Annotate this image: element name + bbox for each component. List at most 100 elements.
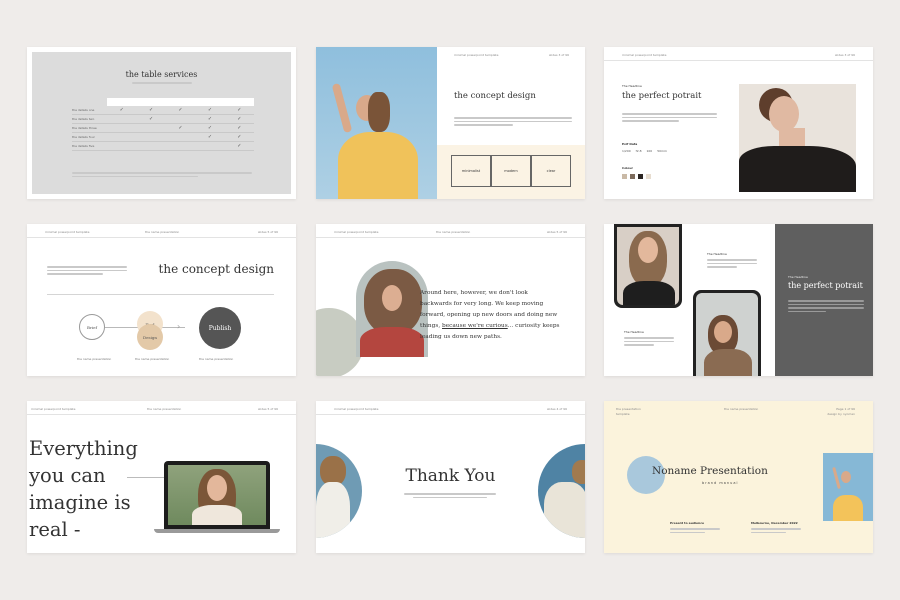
node-caption: the name presentation [199, 357, 234, 361]
photo-top [192, 505, 242, 525]
eyebrow-label: The Headline [622, 84, 642, 88]
column-text [751, 528, 801, 535]
slide-title: Noname Presentation [652, 465, 768, 477]
slide-thank-you[interactable]: minimal powerpoint template slides 4 of … [316, 401, 585, 553]
slide-phones-portrait[interactable]: The Headline The Headline The Headline t… [604, 224, 873, 376]
subtitle-text [132, 82, 192, 86]
keyword-box-minimalist: minimalist [451, 155, 491, 187]
phone-photo-woman-2 [696, 293, 758, 376]
header-mid: the name presentation [724, 407, 759, 411]
check-icon: ✓ [237, 116, 242, 122]
woman-sky-photo [316, 47, 437, 199]
headline-line: real - [29, 518, 81, 541]
flow-node-publish: Publish [199, 307, 241, 349]
photo-jacket [739, 146, 856, 192]
slide-table-services[interactable]: the table services the details one ✓ ✓ ✓ ✓ ✓ t… [27, 47, 296, 199]
intro-text [47, 266, 127, 277]
circle-photo-right [538, 444, 585, 538]
row-label: the details five [72, 144, 95, 148]
slide-gray-panel: the table services the details one ✓ ✓ ✓ ✓ ✓ t… [32, 52, 291, 194]
check-icon: ✓ [178, 107, 183, 113]
keyword-label: minimalist [461, 169, 481, 173]
header-mid: the name presentation [145, 230, 180, 234]
header-right: slides 3 of 96 [834, 53, 855, 57]
headline-line: you can [29, 464, 106, 487]
body-text [454, 117, 572, 128]
section-divider [47, 294, 274, 295]
headline-line: Everything [29, 437, 138, 460]
slide-everything-laptop[interactable]: minimal powerpoint template the name pre… [27, 401, 296, 553]
table-row: the details five ✓ [72, 142, 254, 151]
check-icon: ✓ [207, 116, 213, 122]
header-right-sub: design by nyoman [827, 412, 855, 416]
phone-mockup-bottom [693, 290, 761, 376]
phone-mockup-top [614, 224, 682, 308]
table-row: the details two ✓ ✓ ✓ [72, 115, 254, 124]
check-icon: ✓ [207, 134, 213, 140]
slide-perfect-portrait[interactable]: minimal powerpoint template slides 3 of … [604, 47, 873, 199]
laptop-base [154, 529, 280, 533]
header-divider [316, 414, 585, 415]
arrow-icon: › [177, 322, 181, 331]
keyword-box-modern: modern [491, 155, 531, 187]
colour-swatch [622, 174, 627, 179]
photo-top [544, 482, 585, 538]
woman-sky-photo-small [823, 453, 873, 521]
slide-concept-flow[interactable]: minimal powerpoint template the name pre… [27, 224, 296, 376]
colour-swatches [622, 174, 651, 179]
photo-face [769, 96, 799, 132]
check-icon: ✓ [207, 107, 213, 113]
quote-link[interactable]: because we're curious [442, 323, 508, 329]
laptop-mockup [164, 461, 270, 529]
slide-title: the concept design [454, 91, 536, 101]
node-label: Brief [87, 324, 97, 330]
exif-label: Exif Data [622, 142, 638, 146]
exif-value: 1/200 [622, 149, 631, 153]
table-row: the details three ✓ ✓ ✓ [72, 124, 254, 133]
keyword-box-clear: clear [531, 155, 571, 187]
panel-text [788, 300, 864, 314]
header-divider [316, 237, 585, 238]
dark-panel: The Headline the perfect potrait [775, 224, 873, 376]
column-title: Melbourne, December 2022 [751, 521, 798, 525]
photo-head [841, 471, 851, 483]
photo-top [316, 482, 350, 538]
slide-noname-cover[interactable]: the presentation template the name prese… [604, 401, 873, 553]
slide-quote[interactable]: minimal powerpoint template the name pre… [316, 224, 585, 376]
row-label: the details four [72, 135, 95, 139]
slide-title: the perfect potrait [622, 91, 702, 101]
photo-shirt [833, 495, 863, 521]
exif-value: 50mm [657, 149, 667, 153]
colour-swatch [630, 174, 635, 179]
colour-swatch [646, 174, 651, 179]
header-divider [27, 414, 296, 415]
headline: Everything you can imagine is real - [29, 435, 138, 543]
headline-label: The Headline [624, 330, 644, 334]
header-divider [27, 237, 296, 238]
photo-arm [331, 82, 353, 134]
photo-face [638, 237, 658, 263]
table-row: the details four ✓ ✓ [72, 133, 254, 142]
body-text [622, 113, 717, 124]
photo-shirt [338, 132, 418, 199]
quote-text: Around here, however, we don't look back… [420, 288, 560, 343]
slide-title: the table services [125, 70, 198, 79]
header-left: minimal powerpoint template [622, 53, 667, 57]
photo-top [623, 281, 675, 305]
check-icon: ✓ [149, 107, 154, 113]
header-left: the presentation [616, 407, 641, 411]
eyebrow-label: The Headline [788, 275, 808, 279]
slide-concept-design-photo[interactable]: minimal powerpoint template slides 3 of … [316, 47, 585, 199]
exif-value: f2.8 [635, 149, 642, 153]
header-left: minimal powerpoint template [31, 407, 76, 411]
colour-swatch [638, 174, 643, 179]
circle-photo-left [316, 444, 362, 538]
keyword-label: modern [504, 169, 518, 173]
header-right: slides 5 of 96 [257, 230, 278, 234]
photo-face [714, 321, 732, 343]
footnote-text [72, 172, 252, 179]
check-icon: ✓ [237, 107, 242, 113]
keyword-band: minimalist modern clear [437, 145, 585, 199]
photo-face [207, 475, 227, 501]
header-right: slides 3 of 96 [548, 53, 569, 57]
